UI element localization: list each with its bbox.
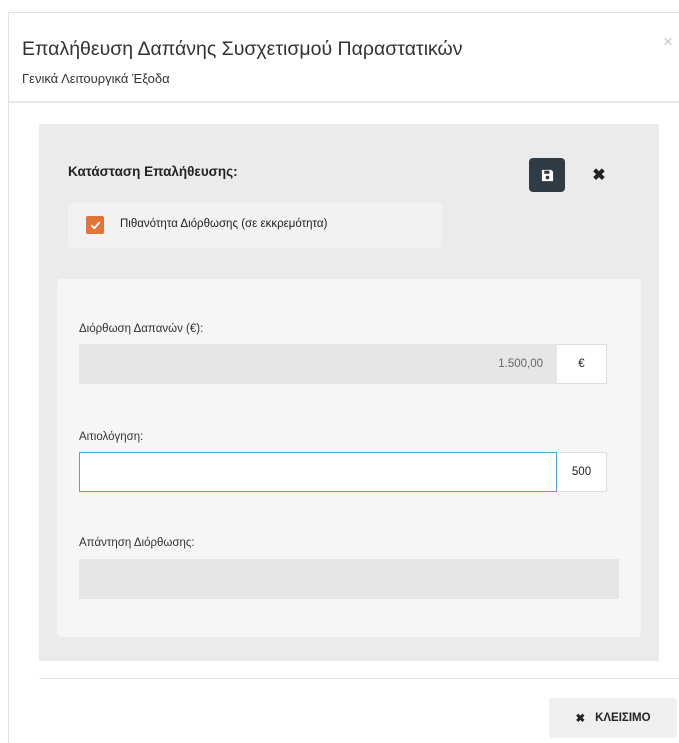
modal-dialog: Επαλήθευση Δαπάνης Συσχετισμού Παραστατι… [8,12,679,743]
footer-divider [39,678,679,679]
amount-field: 1.500,00 [79,344,557,384]
reply-label: Απάντηση Διόρθωσης: [79,537,195,549]
save-button[interactable] [529,158,565,192]
cancel-edit-button[interactable]: ✖ [584,160,614,190]
reason-label: Αιτιολόγηση: [79,431,144,443]
possible-correction-checkbox[interactable] [86,216,104,234]
floppy-disk-icon [541,169,553,181]
reason-char-counter: 500 [557,452,607,492]
times-icon: ✖ [575,713,586,725]
currency-addon: € [557,344,607,384]
times-icon: ✖ [592,167,606,184]
close-icon[interactable]: × [663,33,673,50]
close-button-label: ΚΛΕΙΣΙΜΟ [595,712,651,724]
possible-correction-label: Πιθανότητα Διόρθωσης (σε εκκρεμότητα) [120,218,328,230]
modal-title: Επαλήθευση Δαπάνης Συσχετισμού Παραστατι… [22,38,463,60]
close-button[interactable]: ✖ ΚΛΕΙΣΙΜΟ [549,698,677,738]
check-icon [90,221,100,229]
correction-checkbox-container: Πιθανότητα Διόρθωσης (σε εκκρεμότητα) [68,203,442,248]
verification-status-label: Κατάσταση Επαλήθευσης: [68,164,238,179]
reply-field [79,559,619,599]
verification-panel: Κατάσταση Επαλήθευσης: ✖ Πιθανότητα Διόρ… [39,124,659,661]
modal-subtitle: Γενικά Λειτουργικά Έξοδα [22,71,170,86]
amount-label: Διόρθωση Δαπανών (€): [79,323,204,335]
correction-form: Διόρθωση Δαπανών (€): 1.500,00 € Αιτιολό… [57,279,641,637]
modal-header: Επαλήθευση Δαπάνης Συσχετισμού Παραστατι… [9,13,679,103]
reason-input[interactable] [79,452,557,492]
